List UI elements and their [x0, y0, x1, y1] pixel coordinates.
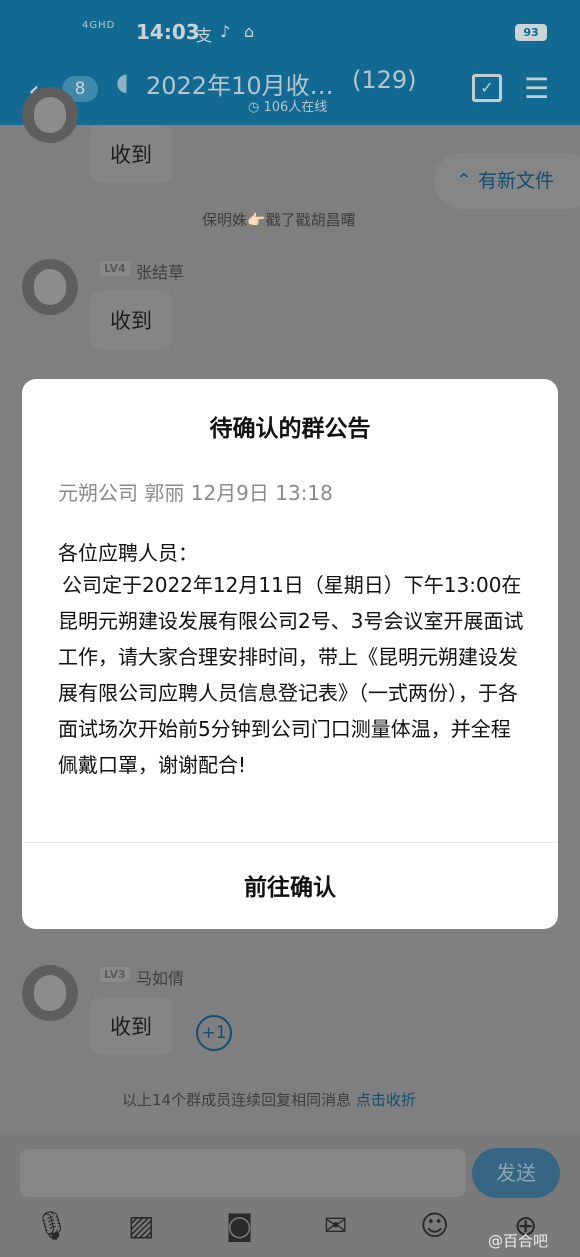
battery-indicator: 93	[515, 24, 547, 41]
announcement-body: 公司定于2022年12月11日（星期日）下午13:00在昆明元朔建设发展有限公司…	[58, 573, 524, 777]
system-message: 保明姝👉🏻戳了戳胡昌曙	[202, 211, 356, 229]
avatar[interactable]	[22, 965, 78, 1021]
message-input[interactable]	[20, 1149, 466, 1197]
microphone-icon[interactable]: 🎙	[34, 1209, 70, 1242]
network-indicator: 4GHD	[82, 20, 116, 31]
collapse-link[interactable]: 点击收折	[356, 1091, 416, 1109]
file-icon[interactable]: ✉	[324, 1209, 347, 1242]
avatar[interactable]	[22, 87, 78, 143]
tiktok-icon: ♪	[220, 22, 231, 41]
status-bar: 4GHD 14:03 支 ♪ ⌂ 93	[0, 0, 580, 62]
divider	[22, 842, 558, 843]
calendar-check-icon[interactable]: ✓	[472, 74, 502, 102]
announcement-meta: 元朔公司 郭丽 12月9日 13:18	[58, 481, 333, 505]
new-files-button[interactable]: ⌃ 有新文件	[434, 153, 580, 209]
level-badge: LV3	[100, 967, 130, 982]
repeat-notice-text: 以上14个群成员连续回复相同消息	[122, 1091, 352, 1109]
confirm-button[interactable]: 前往确认	[22, 849, 558, 927]
image-icon[interactable]: ▨	[128, 1209, 154, 1242]
menu-icon[interactable]: ☰	[524, 72, 549, 105]
level-badge: LV4	[100, 261, 130, 276]
sender-name[interactable]: 张结草	[136, 259, 184, 283]
home-app-icon: ⌂	[244, 22, 255, 41]
online-count-text: 106人在线	[263, 100, 328, 115]
payment-app-icon: 支	[196, 26, 213, 45]
avatar[interactable]	[22, 259, 78, 315]
sender-name[interactable]: 马如倩	[136, 965, 184, 989]
emoji-icon[interactable]: ☺	[420, 1209, 449, 1242]
message-bubble[interactable]: 收到	[90, 125, 172, 183]
dialog-title: 待确认的群公告	[209, 416, 371, 442]
message-bubble[interactable]: 收到	[90, 997, 172, 1055]
camera-icon[interactable]: ◙	[226, 1209, 253, 1242]
new-files-label: 有新文件	[477, 170, 554, 192]
online-count: ◷ 106人在线	[248, 100, 328, 115]
plus-one-button[interactable]: +1	[196, 1015, 232, 1051]
chat-header: ‹ 8 ◖ 2022年10月收… (129) ◷ 106人在线 ✓ ☰	[0, 60, 580, 125]
repeat-notice: 以上14个群成员连续回复相同消息 点击收折	[122, 1089, 416, 1110]
earpiece-icon: ◖	[116, 68, 129, 96]
announcement-dialog: 待确认的群公告 元朔公司 郭丽 12月9日 13:18 各位应聘人员： 公司定于…	[22, 379, 558, 929]
message-bubble[interactable]: 收到	[90, 291, 172, 349]
watermark: @百合吧	[488, 1232, 549, 1250]
send-button[interactable]: 发送	[472, 1148, 560, 1198]
top-bar: 4GHD 14:03 支 ♪ ⌂ 93 ‹ 8 ◖ 2022年10月收… (12…	[0, 0, 580, 125]
member-count: (129)	[352, 66, 417, 94]
clock: 14:03	[136, 20, 200, 44]
announcement-greeting: 各位应聘人员：	[58, 541, 198, 565]
